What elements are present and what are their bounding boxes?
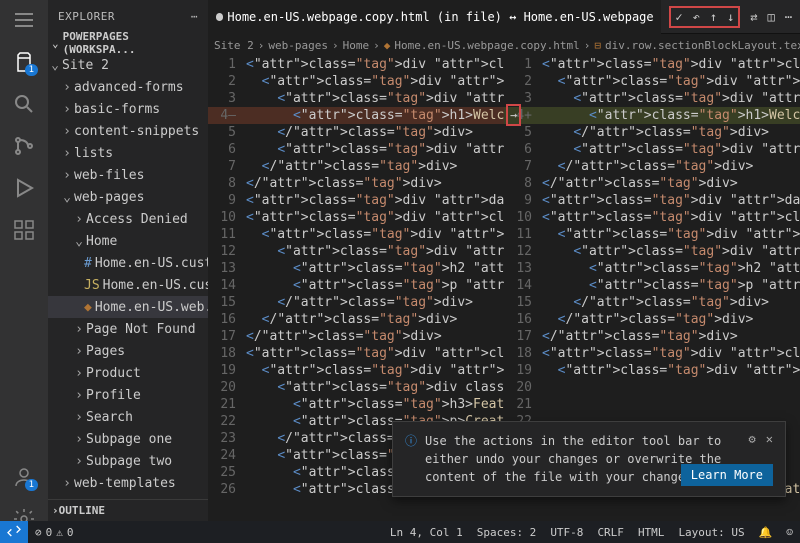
toast-close-icon[interactable]: ✕: [766, 432, 773, 446]
cursor-position[interactable]: Ln 4, Col 1: [383, 526, 470, 539]
error-icon: ⊘: [35, 526, 42, 539]
prev-change-icon[interactable]: ↑: [710, 10, 717, 24]
explorer-badge: 1: [25, 64, 38, 76]
warning-icon: ⚠: [56, 526, 63, 539]
breadcrumb[interactable]: Site 2› web-pages› Home› ◆Home.en-US.web…: [208, 34, 800, 56]
tree-item[interactable]: ›Profile: [48, 384, 208, 406]
tab-bar: Home.en-US.webpage.copy.html (in file) ↔…: [208, 0, 800, 34]
tree-item[interactable]: ⌄Home: [48, 230, 208, 252]
indentation[interactable]: Spaces: 2: [470, 526, 544, 539]
tree-item[interactable]: ›Page Not Found: [48, 318, 208, 340]
arrow-right-icon[interactable]: →: [510, 108, 517, 122]
tree-item[interactable]: ◆Home.en-US.web...: [48, 296, 208, 318]
tree-item[interactable]: ⌄web-pages: [48, 186, 208, 208]
tree-item[interactable]: ›basic-forms: [48, 98, 208, 120]
tree-item[interactable]: ›Pages: [48, 340, 208, 362]
activity-bar: 1 1: [0, 0, 48, 543]
tree-item[interactable]: ›Search: [48, 406, 208, 428]
explorer-icon[interactable]: 1: [12, 50, 36, 74]
toast-settings-icon[interactable]: ⚙: [749, 432, 756, 446]
notification-toast: ⓘ Use the actions in the editor tool bar…: [392, 421, 786, 497]
tree-item[interactable]: ›advanced-forms: [48, 76, 208, 98]
tree-item[interactable]: ›web-files: [48, 164, 208, 186]
tree-item[interactable]: ›Product: [48, 362, 208, 384]
brackets-icon: ⊟: [594, 39, 601, 52]
problems-indicator[interactable]: ⊘0⚠0: [28, 526, 81, 539]
notifications-icon[interactable]: 🔔: [752, 526, 780, 539]
revert-icon[interactable]: ↶: [693, 10, 700, 24]
accept-icon[interactable]: ✓: [675, 10, 682, 24]
modified-dot-icon: [216, 13, 223, 21]
chevron-down-icon: ⌄: [52, 37, 59, 50]
keyboard-layout[interactable]: Layout: US: [671, 526, 751, 539]
tree-item[interactable]: ›Subpage two: [48, 450, 208, 472]
html-file-icon: ◆: [384, 39, 391, 52]
outline-section[interactable]: ›OUTLINE: [48, 499, 208, 521]
extensions-icon[interactable]: [12, 218, 36, 242]
status-bar: ⊘0⚠0 Ln 4, Col 1 Spaces: 2 UTF-8 CRLF HT…: [0, 521, 800, 543]
file-tree: ⌄Site 2›advanced-forms›basic-forms›conte…: [48, 54, 208, 499]
source-control-icon[interactable]: [12, 134, 36, 158]
next-change-icon[interactable]: ↓: [727, 10, 734, 24]
tree-item[interactable]: JSHome.en-US.cust...: [48, 274, 208, 296]
chevron-right-icon: ›: [52, 504, 59, 517]
run-icon[interactable]: [12, 176, 36, 200]
account-badge: 1: [25, 479, 38, 491]
encoding[interactable]: UTF-8: [543, 526, 590, 539]
explorer-title: EXPLORER: [58, 10, 115, 23]
explorer-more-icon[interactable]: ⋯: [191, 10, 198, 23]
editor-tab[interactable]: Home.en-US.webpage.copy.html (in file) ↔…: [208, 0, 661, 34]
tree-item[interactable]: ›lists: [48, 142, 208, 164]
diff-actions-highlight: ✓ ↶ ↑ ↓: [669, 6, 740, 28]
tree-item[interactable]: ›content-snippets: [48, 120, 208, 142]
tree-item[interactable]: ›Subpage one: [48, 428, 208, 450]
tree-item[interactable]: ›Access Denied: [48, 208, 208, 230]
split-editor-icon[interactable]: ◫: [768, 10, 775, 24]
tree-item[interactable]: ›web-templates: [48, 472, 208, 494]
feedback-icon[interactable]: ☺: [779, 526, 800, 539]
search-icon[interactable]: [12, 92, 36, 116]
tree-item[interactable]: #Home.en-US.cust...: [48, 252, 208, 274]
toggle-whitespace-icon[interactable]: ⇄: [750, 10, 757, 24]
tab-more-icon[interactable]: ⋯: [785, 10, 792, 24]
tree-item[interactable]: ⌄Site 2: [48, 54, 208, 76]
inline-arrow-highlight: →: [506, 104, 521, 126]
language-mode[interactable]: HTML: [631, 526, 672, 539]
learn-more-button[interactable]: Learn More: [681, 464, 773, 486]
menu-icon[interactable]: [12, 8, 36, 32]
remote-indicator[interactable]: [0, 521, 28, 543]
account-icon[interactable]: 1: [12, 465, 36, 489]
eol[interactable]: CRLF: [590, 526, 631, 539]
sidebar: EXPLORER ⋯ ⌄POWERPAGES (WORKSPA... ⌄Site…: [48, 0, 208, 543]
info-icon: ⓘ: [405, 432, 417, 486]
workspace-header[interactable]: ⌄POWERPAGES (WORKSPA...: [48, 32, 208, 54]
